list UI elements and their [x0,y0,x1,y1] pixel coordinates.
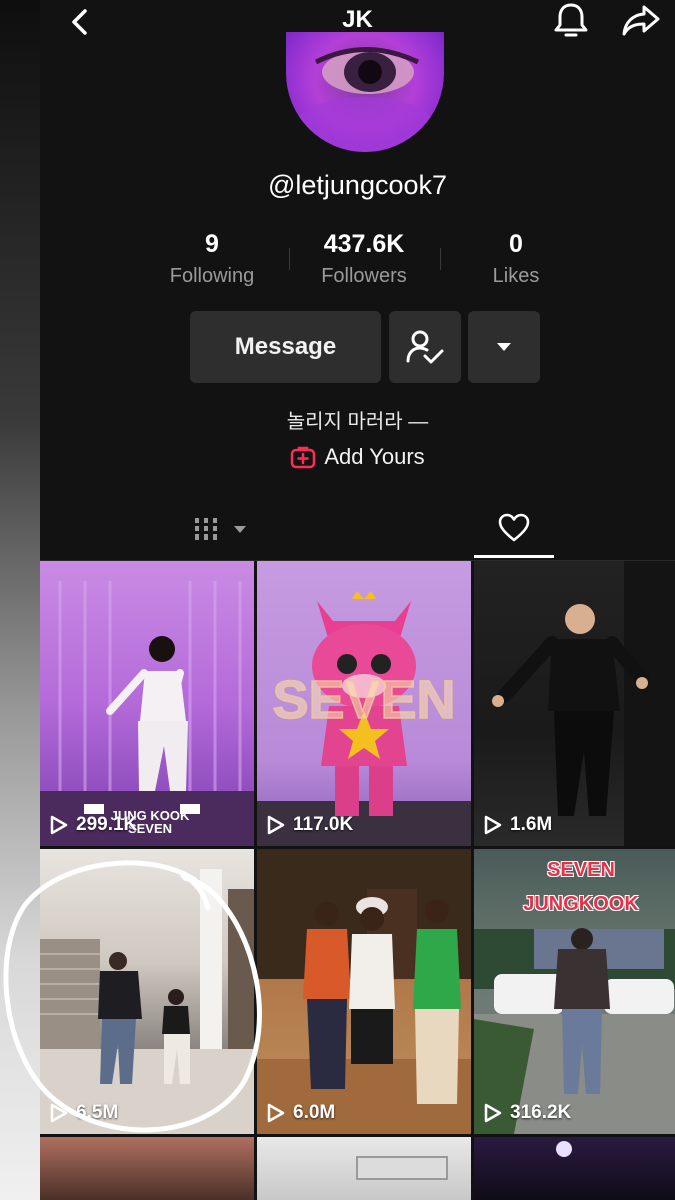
following-label: Following [169,265,255,287]
likes-count: 0 [509,230,523,258]
video-thumbnail [556,1141,572,1157]
add-yours-icon [291,446,316,469]
avatar-eye-image [295,47,435,152]
video-tile[interactable]: SEVEN 117.0K [257,561,471,846]
video-tile[interactable] [40,1137,254,1200]
video-thumbnail [40,581,254,846]
active-tab-indicator [474,555,554,558]
video-thumbnail [40,869,254,1134]
bell-icon [554,3,588,37]
tab-liked[interactable] [474,508,554,548]
video-thumbnail [474,928,675,1134]
following-count: 9 [205,230,219,258]
view-count: 299.1K [50,814,137,836]
play-icon [267,815,285,835]
view-count-value: 1.6M [510,814,553,835]
view-count-value: 299.1K [76,814,138,835]
profile-actions: Message [40,311,675,383]
play-icon [50,1103,68,1123]
view-count-value: 6.5M [76,1102,119,1123]
view-count: 6.0M [267,1102,335,1124]
grid-icon [195,518,217,540]
suggested-accounts-button[interactable] [468,311,540,383]
view-count-value: 316.2K [510,1102,572,1123]
tab-videos[interactable] [180,512,260,546]
followers-count: 437.6K [323,230,405,258]
view-count-value: 6.0M [293,1102,336,1123]
left-background-strip [0,0,40,1200]
video-caption: SEVEN [547,859,615,881]
video-caption: JUNGKOOK [523,893,639,915]
video-tile[interactable] [474,1137,675,1200]
profile-stats: 9 Following 437.6K Followers 0 Likes [40,230,675,300]
play-icon [484,815,502,835]
following-status-button[interactable] [389,311,461,383]
follow-check-icon [406,330,444,364]
video-caption: SEVEN [272,669,457,731]
view-count-value: 117.0K [293,814,354,835]
add-yours-label: Add Yours [324,444,425,469]
followers-stat[interactable]: 437.6K Followers [289,230,439,288]
message-button[interactable]: Message [190,311,381,383]
video-tile[interactable]: JUNG KOOK SEVEN 299.1K [40,561,254,846]
share-button[interactable] [620,2,662,40]
view-count: 1.6M [484,814,552,836]
view-count: 117.0K [267,814,353,836]
video-thumbnail [257,849,471,1134]
video-tile[interactable]: 6.5M [40,849,254,1134]
following-stat[interactable]: 9 Following [137,230,287,288]
likes-label: Likes [492,265,540,287]
profile-avatar[interactable] [286,32,444,152]
video-thumbnail [492,561,675,846]
add-yours-link[interactable]: Add Yours [40,444,675,475]
heart-icon [498,513,530,542]
notifications-button[interactable] [550,0,592,42]
profile-tabs [40,500,675,561]
liked-videos-grid: JUNG KOOK SEVEN 299.1K SEVEN 117.0K 1.6M… [40,561,675,1200]
video-thumbnail [356,1156,448,1180]
caret-down-icon [234,526,246,533]
profile-username: @letjungcook7 [267,170,448,200]
video-tile[interactable]: SEVEN JUNGKOOK 316.2K [474,849,675,1134]
play-icon [267,1103,285,1123]
video-tile[interactable]: 6.0M [257,849,471,1134]
video-tile[interactable]: 1.6M [474,561,675,846]
profile-screen: JK @letjungcook7 9 Following 437.6K Foll… [40,0,675,1200]
view-count: 6.5M [50,1102,118,1124]
profile-bio: 놀리지 마러라 — [286,411,429,433]
followers-label: Followers [321,265,407,287]
caret-down-icon [497,343,511,351]
video-tile[interactable] [257,1137,471,1200]
share-icon [622,5,660,36]
play-icon [484,1103,502,1123]
likes-stat[interactable]: 0 Likes [441,230,591,288]
view-count: 316.2K [484,1102,571,1124]
play-icon [50,815,68,835]
